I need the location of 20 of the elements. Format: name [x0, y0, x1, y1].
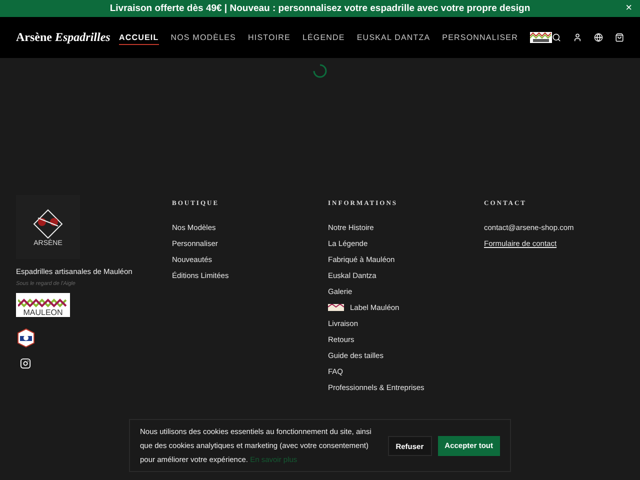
nav-link[interactable]: ACCUEIL — [118, 30, 159, 44]
label-badge-icon — [328, 304, 344, 310]
instagram-icon[interactable] — [20, 358, 31, 369]
nav-link[interactable]: HISTOIRE — [248, 30, 290, 44]
mauleon-text: MAULEON — [23, 308, 63, 317]
announcement-text: Livraison offerte dès 49€ | Nouveau : personnalisez votre espadrille avec votre propre design — [110, 3, 530, 14]
account-icon[interactable] — [573, 33, 582, 42]
flag-icon[interactable] — [530, 32, 552, 43]
nav-link[interactable]: PERSONNALISER — [442, 30, 518, 44]
search-icon[interactable] — [552, 33, 561, 42]
close-button[interactable]: × — [626, 3, 632, 14]
nav-link[interactable]: NOS MODÈLES — [170, 30, 236, 44]
brand-logo[interactable]: Arsène Espadrilles — [16, 30, 119, 45]
nav-link[interactable]: LÉGENDE — [302, 30, 345, 44]
globe-icon[interactable] — [594, 33, 603, 42]
cart-icon[interactable] — [615, 33, 624, 42]
shield-icon — [16, 328, 36, 348]
nav-link[interactable]: EUSKAL DANTZA — [356, 30, 430, 44]
zigzag-icon — [18, 298, 68, 308]
loading-spinner-icon — [313, 64, 327, 78]
